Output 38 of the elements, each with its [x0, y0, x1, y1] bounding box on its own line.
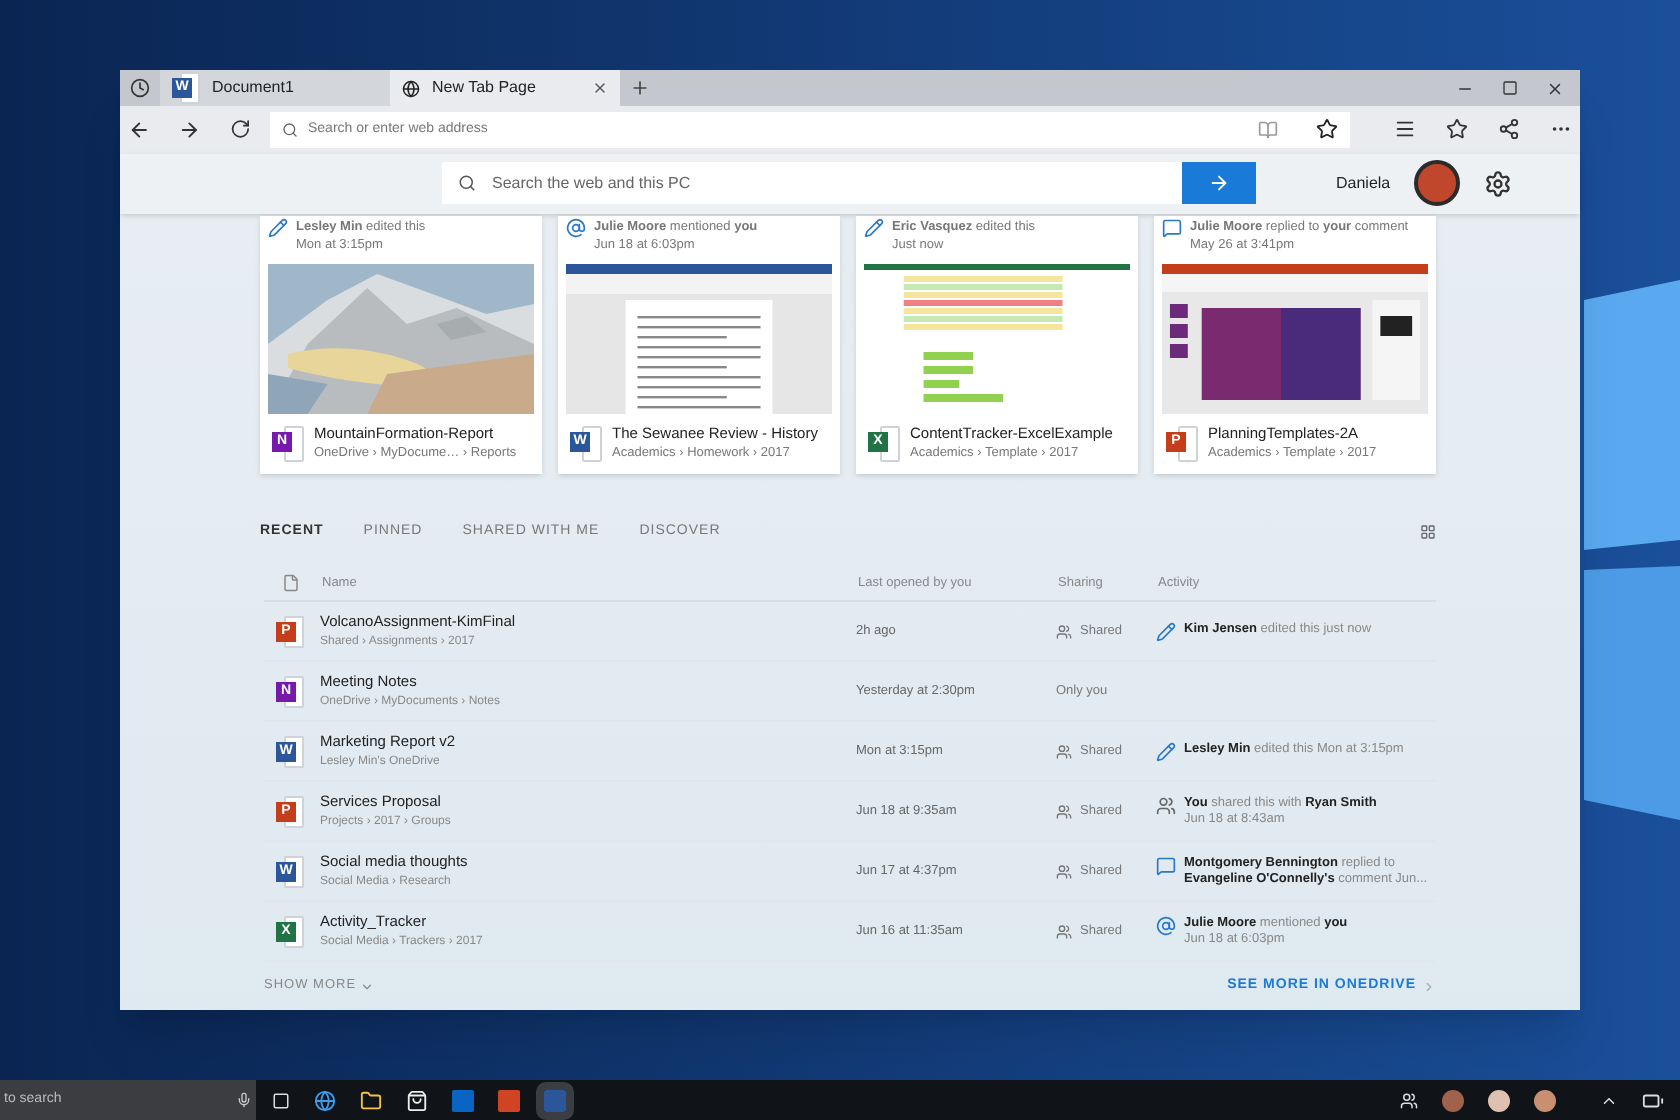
microphone-icon: [236, 1092, 252, 1108]
favorite-icon[interactable]: [1316, 118, 1338, 141]
tab-title: Document1: [212, 76, 296, 101]
settings-icon[interactable]: [1484, 169, 1513, 197]
avatar[interactable]: [1414, 160, 1461, 206]
close-tab-icon[interactable]: [592, 80, 608, 97]
chevron-down-icon: [360, 979, 375, 993]
task-view-icon[interactable]: [272, 1091, 290, 1109]
history-icon[interactable]: [130, 78, 150, 99]
avatar[interactable]: [1534, 1089, 1556, 1111]
close-icon[interactable]: [1546, 79, 1564, 98]
reading-view-icon[interactable]: [1258, 119, 1278, 140]
maximize-icon[interactable]: [1502, 80, 1518, 97]
battery-icon[interactable]: [1642, 1089, 1664, 1111]
search-icon: [282, 121, 298, 138]
forward-icon[interactable]: [178, 117, 202, 142]
back-icon[interactable]: [128, 117, 151, 142]
folder-icon[interactable]: [360, 1089, 382, 1111]
avatar[interactable]: [1488, 1089, 1510, 1111]
hub-icon[interactable]: [1394, 118, 1416, 141]
arrow-icon: [1208, 172, 1230, 194]
tab-title: New Tab Page: [432, 76, 538, 101]
store-icon[interactable]: [406, 1089, 428, 1111]
browser-icon[interactable]: [314, 1089, 336, 1111]
search-input[interactable]: Search the web and this PC: [492, 171, 1182, 195]
share-icon[interactable]: [1498, 118, 1520, 141]
search-field[interactable]: Search the web and this PC: [442, 162, 1182, 204]
favorites-icon[interactable]: [1446, 118, 1468, 141]
search-icon: [458, 174, 476, 192]
page-icon: [402, 79, 420, 98]
new-tab-icon[interactable]: [630, 78, 650, 99]
user-name: Daniela: [1336, 171, 1391, 195]
grid-view-icon[interactable]: [1420, 523, 1436, 540]
chevron-right-icon: [1422, 979, 1436, 993]
refresh-icon[interactable]: [229, 118, 250, 141]
file-icon: [282, 574, 300, 592]
browser-tab[interactable]: New Tab Page: [390, 70, 620, 107]
people-icon[interactable]: [1400, 1091, 1418, 1109]
